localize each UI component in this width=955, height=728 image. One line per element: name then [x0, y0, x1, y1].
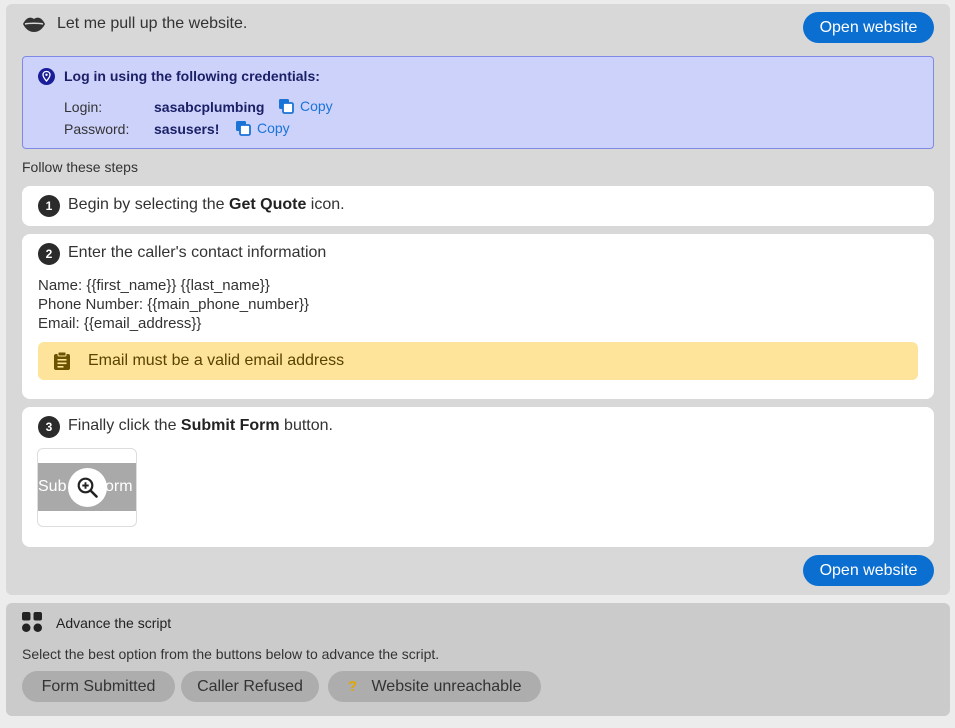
question-icon: ?	[348, 678, 358, 695]
credentials-title: Log in using the following credentials:	[64, 68, 320, 84]
lips-icon	[23, 17, 45, 32]
copy-login-label: Copy	[300, 98, 333, 114]
step-text: Enter the caller's contact information	[68, 244, 327, 261]
advance-panel: Advance the script Select the best optio…	[6, 603, 950, 716]
grid-icon	[22, 612, 42, 632]
contact-phone-line: Phone Number: {{main_phone_number}}	[38, 296, 310, 313]
thumbnail-text-left: Sub	[38, 478, 67, 495]
contact-info: Name: {{first_name}} {{last_name}} Phone…	[38, 276, 309, 333]
map-pin-icon	[38, 68, 55, 85]
intro-text: Let me pull up the website.	[57, 15, 248, 32]
clipboard-note-icon	[54, 351, 70, 370]
advance-title: Advance the script	[56, 615, 172, 631]
caller-refused-button[interactable]: Caller Refused	[181, 671, 319, 702]
website-unreachable-button[interactable]: ? Website unreachable	[328, 671, 541, 702]
advance-description: Select the best option from the buttons …	[22, 646, 440, 662]
login-value: sasabcplumbing	[154, 99, 265, 115]
copy-icon	[279, 99, 294, 114]
password-value: sasusers!	[154, 121, 220, 137]
step-text: Finally click the Submit Form button.	[68, 417, 333, 434]
copy-password-button[interactable]: Copy	[235, 120, 290, 136]
step-card-3: 3 Finally click the Submit Form button. …	[22, 407, 934, 547]
copy-icon	[236, 121, 251, 136]
step-card-2: 2 Enter the caller's contact information…	[22, 234, 934, 399]
open-website-button[interactable]: Open website	[803, 12, 934, 43]
steps-heading: Follow these steps	[22, 159, 138, 175]
note-box: Email must be a valid email address	[38, 342, 918, 380]
zoom-button[interactable]	[68, 468, 107, 507]
step-text: Begin by selecting the Get Quote icon.	[68, 196, 345, 213]
contact-email-line: Email: {{email_address}}	[38, 315, 202, 332]
password-label: Password:	[64, 121, 130, 137]
step-number: 1	[38, 195, 60, 217]
copy-login-button[interactable]: Copy	[278, 98, 333, 114]
credentials-box: Log in using the following credentials: …	[22, 56, 934, 149]
submit-form-thumbnail[interactable]: Sub orm	[37, 448, 137, 527]
form-submitted-button[interactable]: Form Submitted	[22, 671, 175, 702]
copy-password-label: Copy	[257, 120, 290, 136]
zoom-in-icon	[77, 477, 98, 498]
step-number: 2	[38, 243, 60, 265]
step-card-1: 1 Begin by selecting the Get Quote icon.	[22, 186, 934, 226]
open-website-button-bottom[interactable]: Open website	[803, 555, 934, 586]
step-bold-text: Submit Form	[180, 417, 280, 434]
website-unreachable-label: Website unreachable	[371, 678, 522, 695]
step-bold-text: Get Quote	[229, 196, 307, 213]
note-text: Email must be a valid email address	[88, 352, 345, 369]
login-label: Login:	[64, 99, 103, 115]
thumbnail-text-right: orm	[105, 478, 133, 495]
contact-name-line: Name: {{first_name}} {{last_name}}	[38, 277, 270, 294]
step-number: 3	[38, 416, 60, 438]
